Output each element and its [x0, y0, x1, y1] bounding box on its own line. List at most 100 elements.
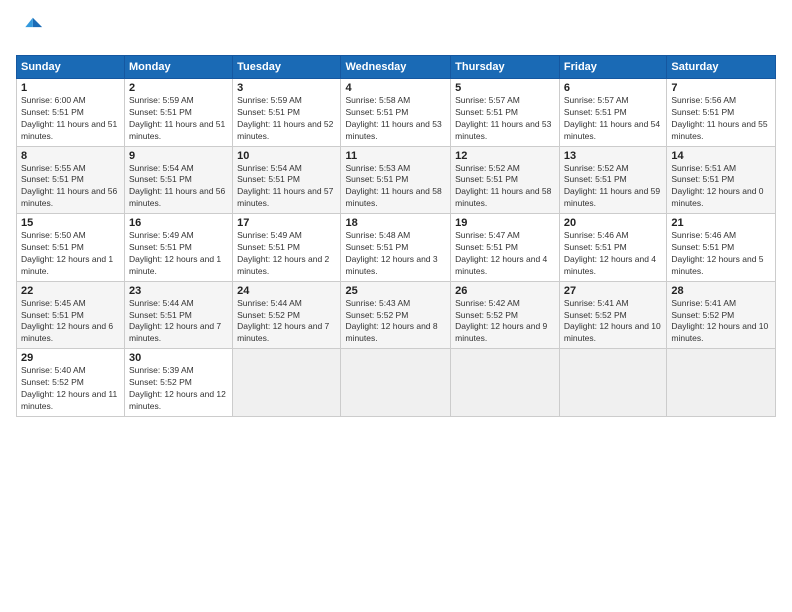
- logo-icon: [16, 14, 44, 42]
- calendar-week-3: 15 Sunrise: 5:50 AMSunset: 5:51 PMDaylig…: [17, 214, 776, 282]
- day-number: 11: [345, 150, 446, 162]
- calendar-cell: 20 Sunrise: 5:46 AMSunset: 5:51 PMDaylig…: [559, 214, 666, 282]
- day-number: 14: [671, 150, 771, 162]
- calendar-cell: [559, 349, 666, 417]
- calendar-cell: 12 Sunrise: 5:52 AMSunset: 5:51 PMDaylig…: [451, 146, 560, 214]
- day-number: 26: [455, 285, 555, 297]
- day-info: Sunrise: 5:55 AMSunset: 5:51 PMDaylight:…: [21, 163, 120, 211]
- calendar-header-friday: Friday: [559, 56, 666, 79]
- day-number: 30: [129, 352, 228, 364]
- day-number: 8: [21, 150, 120, 162]
- calendar: SundayMondayTuesdayWednesdayThursdayFrid…: [16, 55, 776, 417]
- day-number: 19: [455, 217, 555, 229]
- day-info: Sunrise: 5:44 AMSunset: 5:51 PMDaylight:…: [129, 298, 228, 346]
- day-info: Sunrise: 5:53 AMSunset: 5:51 PMDaylight:…: [345, 163, 446, 211]
- calendar-cell: 29 Sunrise: 5:40 AMSunset: 5:52 PMDaylig…: [17, 349, 125, 417]
- calendar-cell: 9 Sunrise: 5:54 AMSunset: 5:51 PMDayligh…: [125, 146, 233, 214]
- calendar-header-tuesday: Tuesday: [233, 56, 341, 79]
- day-info: Sunrise: 5:39 AMSunset: 5:52 PMDaylight:…: [129, 365, 228, 413]
- day-number: 18: [345, 217, 446, 229]
- calendar-cell: 23 Sunrise: 5:44 AMSunset: 5:51 PMDaylig…: [125, 281, 233, 349]
- day-info: Sunrise: 5:52 AMSunset: 5:51 PMDaylight:…: [455, 163, 555, 211]
- day-number: 29: [21, 352, 120, 364]
- calendar-cell: 24 Sunrise: 5:44 AMSunset: 5:52 PMDaylig…: [233, 281, 341, 349]
- calendar-cell: [451, 349, 560, 417]
- calendar-cell: 5 Sunrise: 5:57 AMSunset: 5:51 PMDayligh…: [451, 79, 560, 147]
- day-info: Sunrise: 6:00 AMSunset: 5:51 PMDaylight:…: [21, 95, 120, 143]
- day-number: 24: [237, 285, 336, 297]
- day-info: Sunrise: 5:59 AMSunset: 5:51 PMDaylight:…: [129, 95, 228, 143]
- day-info: Sunrise: 5:44 AMSunset: 5:52 PMDaylight:…: [237, 298, 336, 346]
- calendar-cell: 19 Sunrise: 5:47 AMSunset: 5:51 PMDaylig…: [451, 214, 560, 282]
- calendar-cell: 2 Sunrise: 5:59 AMSunset: 5:51 PMDayligh…: [125, 79, 233, 147]
- day-number: 22: [21, 285, 120, 297]
- calendar-cell: 15 Sunrise: 5:50 AMSunset: 5:51 PMDaylig…: [17, 214, 125, 282]
- day-number: 13: [564, 150, 662, 162]
- calendar-cell: 18 Sunrise: 5:48 AMSunset: 5:51 PMDaylig…: [341, 214, 451, 282]
- day-number: 27: [564, 285, 662, 297]
- day-info: Sunrise: 5:49 AMSunset: 5:51 PMDaylight:…: [237, 230, 336, 278]
- calendar-cell: 28 Sunrise: 5:41 AMSunset: 5:52 PMDaylig…: [667, 281, 776, 349]
- calendar-cell: 17 Sunrise: 5:49 AMSunset: 5:51 PMDaylig…: [233, 214, 341, 282]
- day-info: Sunrise: 5:48 AMSunset: 5:51 PMDaylight:…: [345, 230, 446, 278]
- day-number: 1: [21, 82, 120, 94]
- day-info: Sunrise: 5:58 AMSunset: 5:51 PMDaylight:…: [345, 95, 446, 143]
- logo: [16, 12, 44, 47]
- day-info: Sunrise: 5:57 AMSunset: 5:51 PMDaylight:…: [455, 95, 555, 143]
- day-number: 5: [455, 82, 555, 94]
- day-number: 21: [671, 217, 771, 229]
- calendar-header-saturday: Saturday: [667, 56, 776, 79]
- calendar-week-2: 8 Sunrise: 5:55 AMSunset: 5:51 PMDayligh…: [17, 146, 776, 214]
- calendar-week-1: 1 Sunrise: 6:00 AMSunset: 5:51 PMDayligh…: [17, 79, 776, 147]
- calendar-cell: 27 Sunrise: 5:41 AMSunset: 5:52 PMDaylig…: [559, 281, 666, 349]
- calendar-cell: [233, 349, 341, 417]
- calendar-cell: 13 Sunrise: 5:52 AMSunset: 5:51 PMDaylig…: [559, 146, 666, 214]
- day-info: Sunrise: 5:43 AMSunset: 5:52 PMDaylight:…: [345, 298, 446, 346]
- day-info: Sunrise: 5:46 AMSunset: 5:51 PMDaylight:…: [671, 230, 771, 278]
- calendar-cell: 14 Sunrise: 5:51 AMSunset: 5:51 PMDaylig…: [667, 146, 776, 214]
- calendar-cell: [667, 349, 776, 417]
- day-info: Sunrise: 5:49 AMSunset: 5:51 PMDaylight:…: [129, 230, 228, 278]
- calendar-cell: 21 Sunrise: 5:46 AMSunset: 5:51 PMDaylig…: [667, 214, 776, 282]
- calendar-cell: [341, 349, 451, 417]
- day-number: 17: [237, 217, 336, 229]
- day-info: Sunrise: 5:52 AMSunset: 5:51 PMDaylight:…: [564, 163, 662, 211]
- day-info: Sunrise: 5:50 AMSunset: 5:51 PMDaylight:…: [21, 230, 120, 278]
- day-info: Sunrise: 5:57 AMSunset: 5:51 PMDaylight:…: [564, 95, 662, 143]
- calendar-header-monday: Monday: [125, 56, 233, 79]
- day-info: Sunrise: 5:40 AMSunset: 5:52 PMDaylight:…: [21, 365, 120, 413]
- day-number: 28: [671, 285, 771, 297]
- day-number: 3: [237, 82, 336, 94]
- day-info: Sunrise: 5:59 AMSunset: 5:51 PMDaylight:…: [237, 95, 336, 143]
- day-number: 15: [21, 217, 120, 229]
- day-info: Sunrise: 5:42 AMSunset: 5:52 PMDaylight:…: [455, 298, 555, 346]
- calendar-cell: 30 Sunrise: 5:39 AMSunset: 5:52 PMDaylig…: [125, 349, 233, 417]
- day-info: Sunrise: 5:54 AMSunset: 5:51 PMDaylight:…: [237, 163, 336, 211]
- calendar-cell: 10 Sunrise: 5:54 AMSunset: 5:51 PMDaylig…: [233, 146, 341, 214]
- day-number: 7: [671, 82, 771, 94]
- day-number: 9: [129, 150, 228, 162]
- calendar-week-5: 29 Sunrise: 5:40 AMSunset: 5:52 PMDaylig…: [17, 349, 776, 417]
- calendar-header-wednesday: Wednesday: [341, 56, 451, 79]
- calendar-cell: 11 Sunrise: 5:53 AMSunset: 5:51 PMDaylig…: [341, 146, 451, 214]
- day-number: 4: [345, 82, 446, 94]
- calendar-header-thursday: Thursday: [451, 56, 560, 79]
- day-number: 2: [129, 82, 228, 94]
- day-number: 25: [345, 285, 446, 297]
- day-number: 16: [129, 217, 228, 229]
- day-info: Sunrise: 5:46 AMSunset: 5:51 PMDaylight:…: [564, 230, 662, 278]
- calendar-cell: 22 Sunrise: 5:45 AMSunset: 5:51 PMDaylig…: [17, 281, 125, 349]
- header: [16, 12, 776, 47]
- calendar-header-row: SundayMondayTuesdayWednesdayThursdayFrid…: [17, 56, 776, 79]
- day-info: Sunrise: 5:41 AMSunset: 5:52 PMDaylight:…: [671, 298, 771, 346]
- calendar-cell: 1 Sunrise: 6:00 AMSunset: 5:51 PMDayligh…: [17, 79, 125, 147]
- calendar-cell: 16 Sunrise: 5:49 AMSunset: 5:51 PMDaylig…: [125, 214, 233, 282]
- day-number: 6: [564, 82, 662, 94]
- day-info: Sunrise: 5:54 AMSunset: 5:51 PMDaylight:…: [129, 163, 228, 211]
- day-number: 10: [237, 150, 336, 162]
- day-info: Sunrise: 5:41 AMSunset: 5:52 PMDaylight:…: [564, 298, 662, 346]
- calendar-cell: 26 Sunrise: 5:42 AMSunset: 5:52 PMDaylig…: [451, 281, 560, 349]
- day-info: Sunrise: 5:47 AMSunset: 5:51 PMDaylight:…: [455, 230, 555, 278]
- calendar-cell: 25 Sunrise: 5:43 AMSunset: 5:52 PMDaylig…: [341, 281, 451, 349]
- day-info: Sunrise: 5:45 AMSunset: 5:51 PMDaylight:…: [21, 298, 120, 346]
